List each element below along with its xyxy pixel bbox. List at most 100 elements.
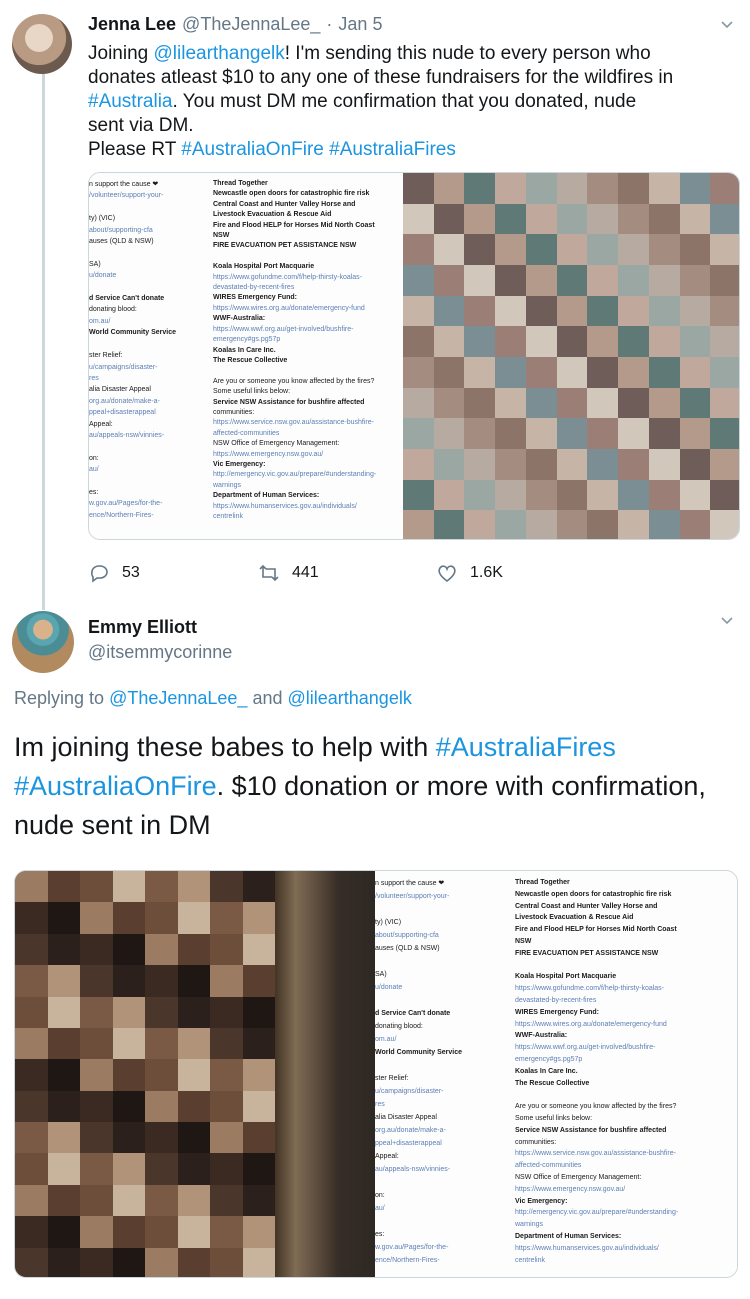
list-line: w.gov.au/Pages/for-the- [89,500,163,508]
list-line: Vic Emergency: [213,460,266,468]
chevron-down-icon[interactable] [720,18,734,32]
list-line: The Rescue Collective [213,356,288,364]
tweet-media[interactable]: n support the cause ❤ /volunteer/support-… [88,172,740,540]
list-line: Newcastle open doors for catastrophic fi… [213,190,370,198]
list-line: NSW Office of Emergency Management: [213,440,340,448]
list-line: World Community Service [89,329,177,337]
list-line: Central Coast and Hunter Valley Horse an… [515,902,658,910]
list-line: https://www.emergency.nsw.gov.au/ [515,1185,626,1193]
list-line: WWF-Australia: [515,1032,568,1040]
list-line: emergency#gs.pg57p [515,1055,583,1063]
reply-count: 53 [122,564,140,581]
list-line: d Service Can't donate [89,295,165,303]
list-line [213,366,413,376]
list-line [515,960,735,972]
list-line: ster Relief: [375,1075,409,1082]
list-line: https://www.emergency.nsw.gov.au/ [213,450,324,458]
list-line: Department of Human Services: [515,1232,622,1240]
list-line: NSW [213,232,230,240]
list-line: affected-communities [515,1162,582,1170]
retweet-button[interactable]: 441 [258,562,319,584]
list-line: donating blood: [89,306,137,314]
reply-button[interactable]: 53 [88,562,140,584]
separator: · [326,14,333,34]
user-handle[interactable]: @itsemmycorinne [88,642,232,663]
user-name[interactable]: Emmy Elliott [88,617,197,638]
hashtag-link[interactable]: #Australia [88,91,173,112]
tweet-date[interactable]: Jan 5 [338,14,382,34]
list-line: d Service Can't donate [375,1010,451,1017]
list-line: Newcastle open doors for catastrophic fi… [515,890,672,898]
list-line: au/ [375,1205,385,1212]
list-line: Livestock Evacuation & Rescue Aid [213,211,332,219]
list-line: devastated-by-recent-fires [515,996,597,1004]
list-line: donating blood: [375,1023,423,1030]
list-line: ty) (VIC) [375,919,402,926]
list-line: affected-communities [213,429,280,437]
list-line: Central Coast and Hunter Valley Horse an… [213,200,356,208]
text: Please RT [88,139,182,160]
like-count: 1.6K [470,564,503,581]
hashtag-link[interactable]: #AustraliaFires [329,139,456,160]
list-line: Are you or someone you know affected by … [515,1103,677,1111]
list-line: ster Relief: [89,352,123,360]
list-line: auses (QLD & NSW) [375,945,440,952]
list-line: org.au/donate/make-a- [89,397,160,405]
mention-link[interactable]: @lilearthangelk [154,43,285,64]
avatar[interactable] [12,14,72,74]
hashtag-link[interactable]: #AustraliaOnFire [181,139,324,160]
fundraiser-list-left: n support the cause ❤ /volunteer/support-… [375,877,495,1267]
hashtag-link[interactable]: #AustraliaFires [436,732,616,762]
list-line [89,339,199,350]
list-line: https://www.gofundme.com/f/help-thirsty-… [515,985,665,993]
list-line: warnings [213,481,242,489]
list-line [89,202,199,213]
user-name[interactable]: Jenna Lee [88,14,176,34]
list-line: communities: [515,1138,557,1146]
list-line: ppeal+disasterappeal [375,1140,442,1147]
chevron-down-icon[interactable] [720,614,734,628]
tweet-header: Jenna Lee @TheJennaLee_ · Jan 5 [88,14,382,35]
user-handle[interactable]: @TheJennaLee_ [182,14,320,34]
censored-photo [15,871,275,1277]
mention-link[interactable]: @lilearthangelk [287,688,411,708]
list-line: https://www.humanservices.gov.au/individ… [213,502,357,510]
list-line: Thread Together [213,180,268,187]
list-line: Thread Together [515,879,570,886]
list-line: n support the cause ❤ [89,181,159,188]
text: and [247,688,288,708]
tweet-media[interactable]: n support the cause ❤ /volunteer/support-… [14,870,738,1278]
list-line: w.gov.au/Pages/for-the- [375,1244,449,1251]
list-line: Department of Human Services: [213,492,320,500]
list-line: about/supporting-cfa [89,226,153,234]
list-line: au/appeals-nsw/vinnies- [89,431,165,439]
retweet-icon [258,562,280,584]
list-line: Are you or someone you know affected by … [213,377,375,385]
list-line [515,1089,735,1101]
list-line: centrelink [213,513,243,520]
hashtag-link[interactable]: #AustraliaOnFire [14,771,217,801]
like-button[interactable]: 1.6K [436,562,503,584]
list-line: World Community Service [375,1049,463,1056]
list-line [375,1215,495,1228]
list-line: https://www.service.nsw.gov.au/assistanc… [213,419,374,427]
list-line: Service NSW Assistance for bushfire affe… [213,398,365,406]
tweet-jenna-lee[interactable]: Jenna Lee @TheJennaLee_ · Jan 5 Joining @li… [0,0,750,610]
tweet-text: Im joining these babes to help with #Aus… [14,728,739,845]
like-icon [436,562,458,584]
list-line: http://emergency.vic.gov.au/prepare/#und… [515,1209,679,1217]
list-line: /volunteer/support-your- [89,192,164,200]
list-line: /volunteer/support-your- [375,893,450,900]
list-line: SA) [89,260,101,268]
list-line: about/supporting-cfa [375,932,439,939]
list-line [89,282,199,293]
list-line: https://www.humanservices.gov.au/individ… [515,1244,659,1252]
list-line: es: [375,1231,385,1238]
list-line: auses (QLD & NSW) [89,238,154,246]
list-line: Some useful links below: [515,1114,593,1122]
avatar[interactable] [12,611,74,673]
mention-link[interactable]: @TheJennaLee_ [109,688,247,708]
fundraiser-list-left: n support the cause ❤ /volunteer/support-… [89,179,199,521]
list-line: Appeal: [89,420,113,428]
list-line: Fire and Flood HELP for Horses Mid North… [213,221,375,229]
